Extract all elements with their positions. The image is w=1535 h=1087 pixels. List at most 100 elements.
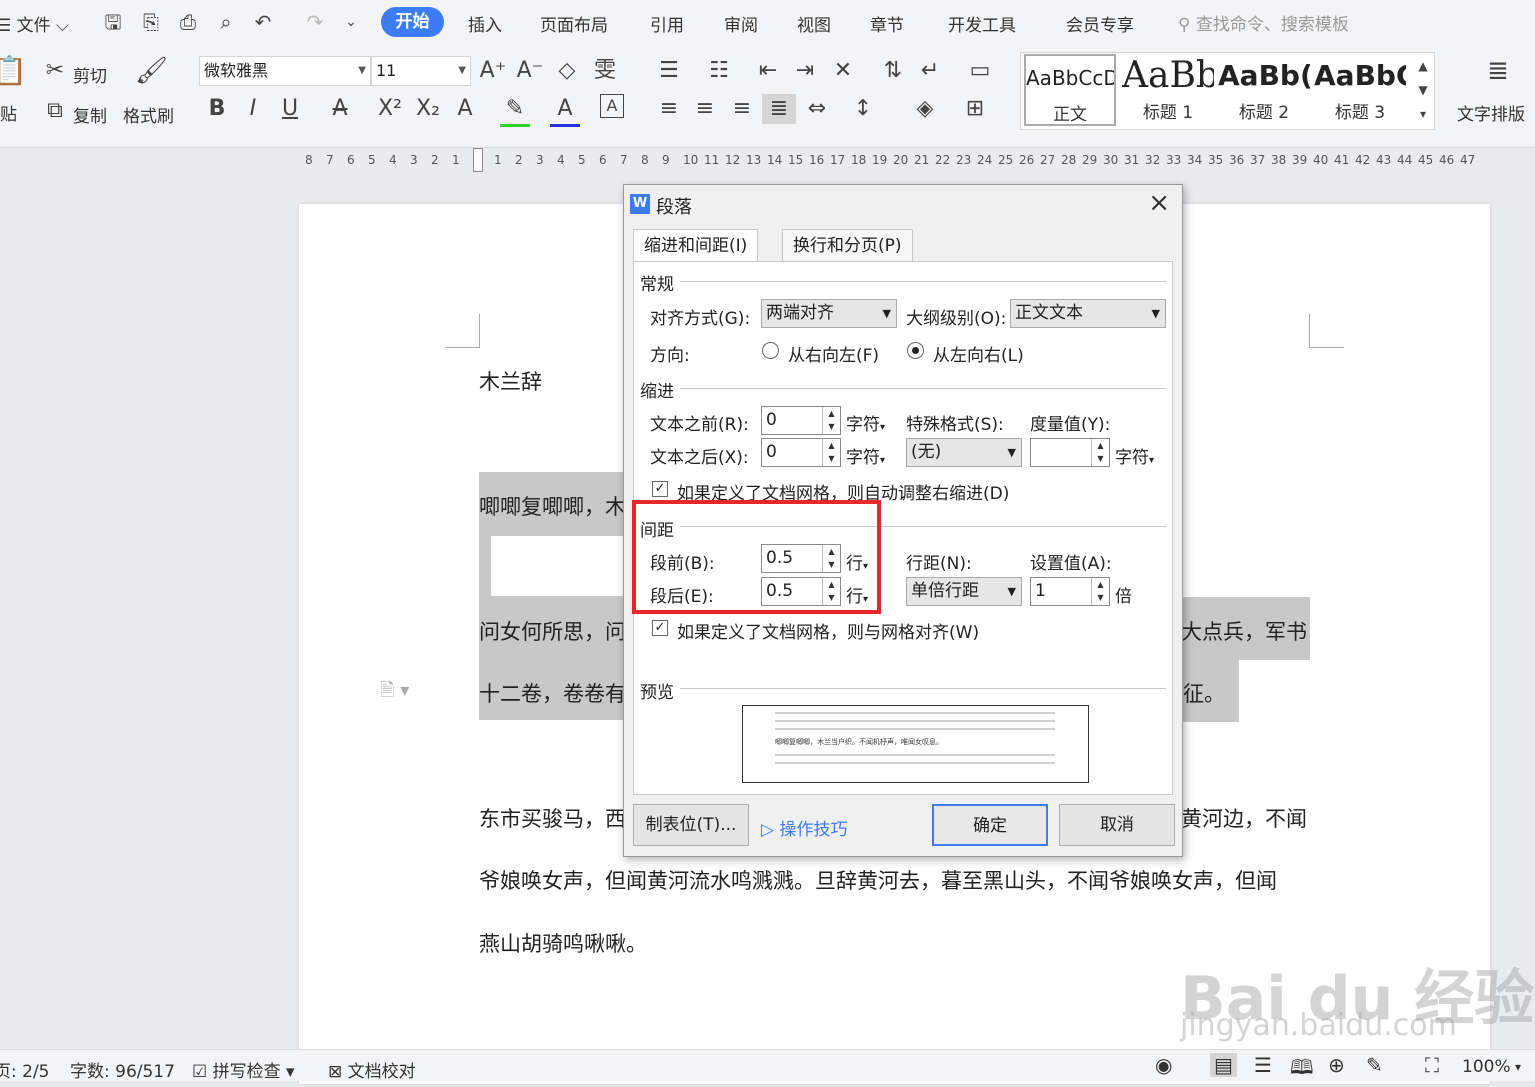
copy-icon[interactable]: ⧉ (40, 96, 70, 126)
paragraph-handle-icon[interactable]: 🗎 ▾ (380, 678, 409, 708)
bold-icon[interactable]: B (202, 94, 232, 124)
spin-arrows-icon[interactable]: ▲ ▼ (1091, 578, 1109, 605)
page-view-icon[interactable]: ▤ (1210, 1053, 1237, 1077)
font-size-select[interactable]: 11 ▼ (371, 56, 471, 86)
char-border-icon[interactable]: A (600, 94, 624, 118)
undo-icon[interactable]: ↶ (250, 9, 276, 35)
tab-member[interactable]: 会员专享 (1066, 11, 1134, 36)
doc-proofread-button[interactable]: ⊠ 文档校对 (328, 1057, 416, 1082)
shading-icon[interactable]: ◈ (910, 94, 940, 124)
file-menu[interactable]: ☰ 文件 ⌵ (0, 11, 69, 36)
ruler[interactable]: 87654321 1 2 3 4 5 6 7 8 9 10 11 12 13 14 15 16 17 18 19 20… (0, 148, 1535, 172)
write-view-icon[interactable]: ✎ (1366, 1053, 1383, 1077)
grid-align-label[interactable]: 如果定义了文档网格，则与网格对齐(W) (677, 618, 979, 643)
set-value-spinner[interactable]: 1 ▲ ▼ (1030, 577, 1110, 606)
cut-icon[interactable]: ✂ (40, 56, 70, 86)
fit-page-icon[interactable]: ⛶ (1425, 1053, 1439, 1077)
indent-unit[interactable]: 字符▾ (846, 443, 885, 468)
tab-review[interactable]: 审阅 (724, 11, 758, 36)
decrease-indent-icon[interactable]: ⇤ (753, 56, 783, 86)
justify-icon[interactable]: ≣ (762, 94, 796, 124)
spin-arrows-icon[interactable]: ▲ ▼ (822, 439, 840, 466)
zoom-level[interactable]: 100% (1462, 1057, 1511, 1077)
tab-indent-spacing[interactable]: 缩进和间距(I) (633, 229, 759, 263)
strikethrough-icon[interactable]: A (325, 94, 355, 124)
text-layout-button[interactable]: 文字排版 (1457, 100, 1525, 125)
tab-line-page-breaks[interactable]: 换行和分页(P) (782, 229, 913, 262)
print-icon[interactable]: ⎙ (175, 9, 201, 35)
increase-indent-icon[interactable]: ⇥ (790, 56, 820, 86)
distribute-icon[interactable]: ⇔ (802, 94, 832, 124)
italic-icon[interactable]: I (238, 94, 268, 124)
cancel-button[interactable]: 取消 (1059, 804, 1175, 846)
paste-icon[interactable]: 📋 (0, 56, 27, 86)
sort-icon[interactable]: ⇅ (878, 56, 908, 86)
borders-icon[interactable]: ⊞ (960, 94, 990, 124)
underline-icon[interactable]: U (275, 94, 305, 124)
ltr-radio[interactable] (907, 342, 924, 359)
tab-stops-button[interactable]: 制表位(T)... (633, 804, 749, 846)
line-spacing-icon[interactable]: ↕ (848, 94, 878, 124)
tab-insert[interactable]: 插入 (468, 11, 502, 36)
web-view-icon[interactable]: ⊕ (1328, 1053, 1345, 1077)
paste-label[interactable]: 贴 (0, 100, 17, 125)
measure-spinner[interactable]: ▲ ▼ (1030, 438, 1110, 467)
cut-button[interactable]: 剪切 (73, 62, 107, 87)
search-input[interactable]: ⚲ 查找命令、搜索模板 (1178, 10, 1349, 35)
tab-references[interactable]: 引用 (650, 11, 684, 36)
export-pdf-icon[interactable]: ⎘ (138, 9, 164, 35)
save-icon[interactable]: 🖫 (100, 9, 126, 35)
print-preview-icon[interactable]: ⌕ (213, 9, 239, 35)
eye-protect-icon[interactable]: ◉ (1155, 1053, 1172, 1077)
subscript-icon[interactable]: X₂ (413, 94, 443, 124)
rtl-label[interactable]: 从右向左(F) (788, 341, 879, 366)
indent-unit[interactable]: 字符▾ (846, 410, 885, 435)
auto-adjust-checkbox[interactable]: ✓ (652, 481, 668, 497)
outline-select[interactable]: 正文文本 ▼ (1010, 299, 1166, 328)
table-tab-icon[interactable]: ▭ (965, 56, 995, 86)
superscript-icon[interactable]: X² (375, 94, 405, 124)
measure-unit[interactable]: 字符▾ (1115, 443, 1154, 468)
show-marks-icon[interactable]: ↵ (915, 56, 945, 86)
grow-font-icon[interactable]: A⁺ (478, 56, 508, 86)
outline-view-icon[interactable]: ☰ (1254, 1053, 1272, 1077)
tab-view[interactable]: 视图 (797, 11, 831, 36)
spin-arrows-icon[interactable]: ▲ ▼ (1091, 439, 1109, 466)
redo-icon[interactable]: ↷ (302, 9, 328, 35)
line-spacing-select[interactable]: 单倍行距 ▼ (906, 577, 1022, 606)
ok-button[interactable]: 确定 (932, 804, 1048, 846)
font-name-select[interactable]: 微软雅黑 ▼ (199, 56, 371, 86)
indent-after-spinner[interactable]: 0 ▲ ▼ (761, 438, 841, 467)
spin-arrows-icon[interactable]: ▲ ▼ (822, 407, 840, 434)
copy-button[interactable]: 复制 (73, 102, 107, 127)
tab-page-layout[interactable]: 页面布局 (540, 11, 608, 36)
tab-developer[interactable]: 开发工具 (948, 11, 1016, 36)
tips-link[interactable]: ▷ 操作技巧 (761, 815, 847, 840)
zoom-dropdown-icon[interactable]: ▾ (1515, 1060, 1521, 1074)
bullets-icon[interactable]: ☰ (654, 56, 684, 86)
style-scroll-icon[interactable]: ▲ ▼ ▾ (1408, 54, 1438, 126)
style-heading-2[interactable]: AaBb( 标题 2 (1218, 54, 1310, 126)
format-painter-icon[interactable]: 🖌 (135, 56, 168, 86)
font-color-icon[interactable]: A (550, 94, 580, 127)
ltr-label[interactable]: 从左向右(L) (933, 341, 1024, 366)
format-painter-button[interactable]: 格式刷 (123, 102, 174, 127)
indent-marker[interactable] (473, 148, 483, 172)
highlight-icon[interactable]: ✎ (500, 94, 530, 127)
reading-view-icon[interactable]: 🕮 (1290, 1053, 1314, 1087)
grid-align-checkbox[interactable]: ✓ (652, 620, 668, 636)
align-right-icon[interactable]: ≡ (727, 94, 757, 124)
text-layout-icon[interactable]: ≣ (1483, 56, 1513, 86)
chinese-layout-icon[interactable]: ✕ (828, 56, 858, 86)
align-left-icon[interactable]: ≡ (654, 94, 684, 124)
style-heading-3[interactable]: AaBbC 标题 3 (1314, 54, 1406, 126)
align-select[interactable]: 两端对齐 ▼ (761, 299, 897, 328)
tab-start[interactable]: 开始 (381, 7, 444, 37)
style-heading-1[interactable]: AaBb 标题 1 (1122, 54, 1214, 126)
special-format-select[interactable]: (无) ▼ (906, 438, 1022, 467)
customize-icon[interactable]: ⌄ (338, 9, 364, 35)
rtl-radio[interactable] (762, 342, 779, 359)
phonetic-icon[interactable]: 雯 (590, 56, 620, 86)
text-effect-icon[interactable]: A (450, 94, 480, 124)
word-count[interactable]: 字数: 96/517 (70, 1057, 175, 1082)
